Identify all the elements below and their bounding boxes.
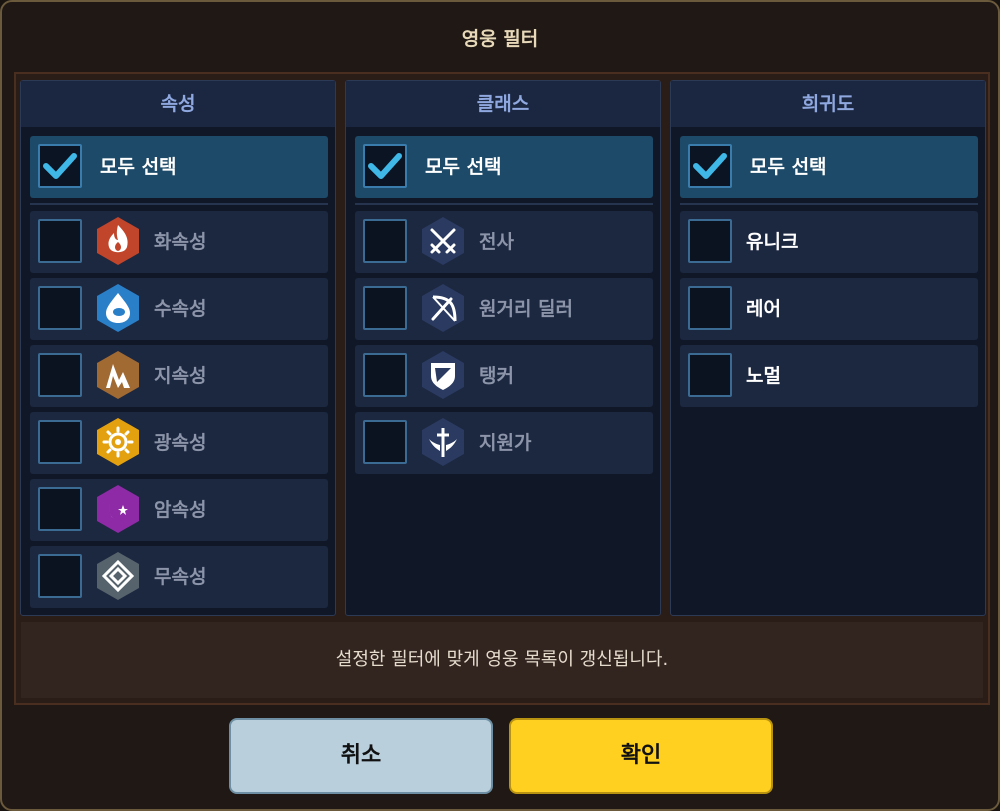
checkbox[interactable] [38, 487, 82, 531]
support-icon [422, 418, 464, 466]
filter-item-ranged[interactable]: 원거리 딜러 [355, 278, 653, 340]
filter-item-label: 레어 [746, 298, 781, 320]
select-all-label: 모두 선택 [750, 156, 827, 178]
info-note: 설정한 필터에 맞게 영웅 목록이 갱신됩니다. [21, 622, 983, 698]
confirm-button[interactable]: 확인 [509, 718, 773, 794]
checkbox-checked[interactable] [688, 144, 732, 188]
filter-item-earth[interactable]: 지속성 [30, 345, 328, 407]
checkbox[interactable] [363, 353, 407, 397]
filter-panel: 속성 모두 선택 화속성 수속성 지속성 광속성 암속성 무속성 클래스 모두 … [14, 72, 990, 705]
filter-item-label: 암속성 [154, 499, 207, 521]
filter-item-dark[interactable]: 암속성 [30, 479, 328, 541]
checkbox[interactable] [38, 219, 82, 263]
column-header: 희귀도 [671, 81, 985, 127]
light-icon [97, 418, 139, 466]
filter-item-unique[interactable]: 유니크 [680, 211, 978, 273]
select-all-label: 모두 선택 [100, 156, 177, 178]
filter-item-rare[interactable]: 레어 [680, 278, 978, 340]
earth-icon [97, 351, 139, 399]
neutral-icon [97, 552, 139, 600]
shield-icon [422, 351, 464, 399]
filter-item-label: 지원가 [479, 432, 532, 454]
checkbox[interactable] [363, 219, 407, 263]
divider [355, 203, 653, 205]
checkbox-checked[interactable] [363, 144, 407, 188]
checkbox[interactable] [38, 286, 82, 330]
hero-filter-dialog: 영웅 필터 속성 모두 선택 화속성 수속성 지속성 광속성 암속성 무속성 클… [0, 0, 1000, 811]
select-all-attribute[interactable]: 모두 선택 [30, 136, 328, 198]
filter-item-normal[interactable]: 노멀 [680, 345, 978, 407]
filter-item-support[interactable]: 지원가 [355, 412, 653, 474]
filter-item-water[interactable]: 수속성 [30, 278, 328, 340]
checkbox-checked[interactable] [38, 144, 82, 188]
filter-item-label: 원거리 딜러 [479, 298, 574, 320]
column-header: 클래스 [346, 81, 660, 127]
column-header: 속성 [21, 81, 335, 127]
filter-item-label: 광속성 [154, 432, 207, 454]
filter-item-label: 수속성 [154, 298, 207, 320]
filter-item-label: 화속성 [154, 231, 207, 253]
filter-item-label: 무속성 [154, 566, 207, 588]
rarity-column: 희귀도 모두 선택 유니크 레어 노멀 [670, 80, 986, 616]
checkbox[interactable] [688, 219, 732, 263]
attribute-column: 속성 모두 선택 화속성 수속성 지속성 광속성 암속성 무속성 [20, 80, 336, 616]
filter-item-warrior[interactable]: 전사 [355, 211, 653, 273]
filter-item-label: 전사 [479, 231, 514, 253]
filter-item-label: 지속성 [154, 365, 207, 387]
dark-icon [97, 485, 139, 533]
filter-item-neutral[interactable]: 무속성 [30, 546, 328, 608]
filter-item-fire[interactable]: 화속성 [30, 211, 328, 273]
checkbox[interactable] [38, 420, 82, 464]
select-all-class[interactable]: 모두 선택 [355, 136, 653, 198]
checkbox[interactable] [38, 554, 82, 598]
cancel-button[interactable]: 취소 [229, 718, 493, 794]
checkbox[interactable] [688, 353, 732, 397]
checkbox[interactable] [363, 420, 407, 464]
check-icon [43, 153, 77, 179]
water-icon [97, 284, 139, 332]
filter-item-tanker[interactable]: 탱커 [355, 345, 653, 407]
fire-icon [97, 217, 139, 265]
checkbox[interactable] [688, 286, 732, 330]
check-icon [368, 153, 402, 179]
check-icon [693, 153, 727, 179]
filter-item-label: 유니크 [746, 231, 799, 253]
divider [30, 203, 328, 205]
select-all-rarity[interactable]: 모두 선택 [680, 136, 978, 198]
crossed-swords-icon [422, 217, 464, 265]
dialog-title: 영웅 필터 [461, 28, 539, 50]
select-all-label: 모두 선택 [425, 156, 502, 178]
filter-item-label: 노멀 [746, 365, 781, 387]
checkbox[interactable] [38, 353, 82, 397]
divider [680, 203, 978, 205]
filter-item-label: 탱커 [479, 365, 514, 387]
filter-item-light[interactable]: 광속성 [30, 412, 328, 474]
bow-icon [422, 284, 464, 332]
class-column: 클래스 모두 선택 전사 원거리 딜러 탱커 지원가 [345, 80, 661, 616]
checkbox[interactable] [363, 286, 407, 330]
